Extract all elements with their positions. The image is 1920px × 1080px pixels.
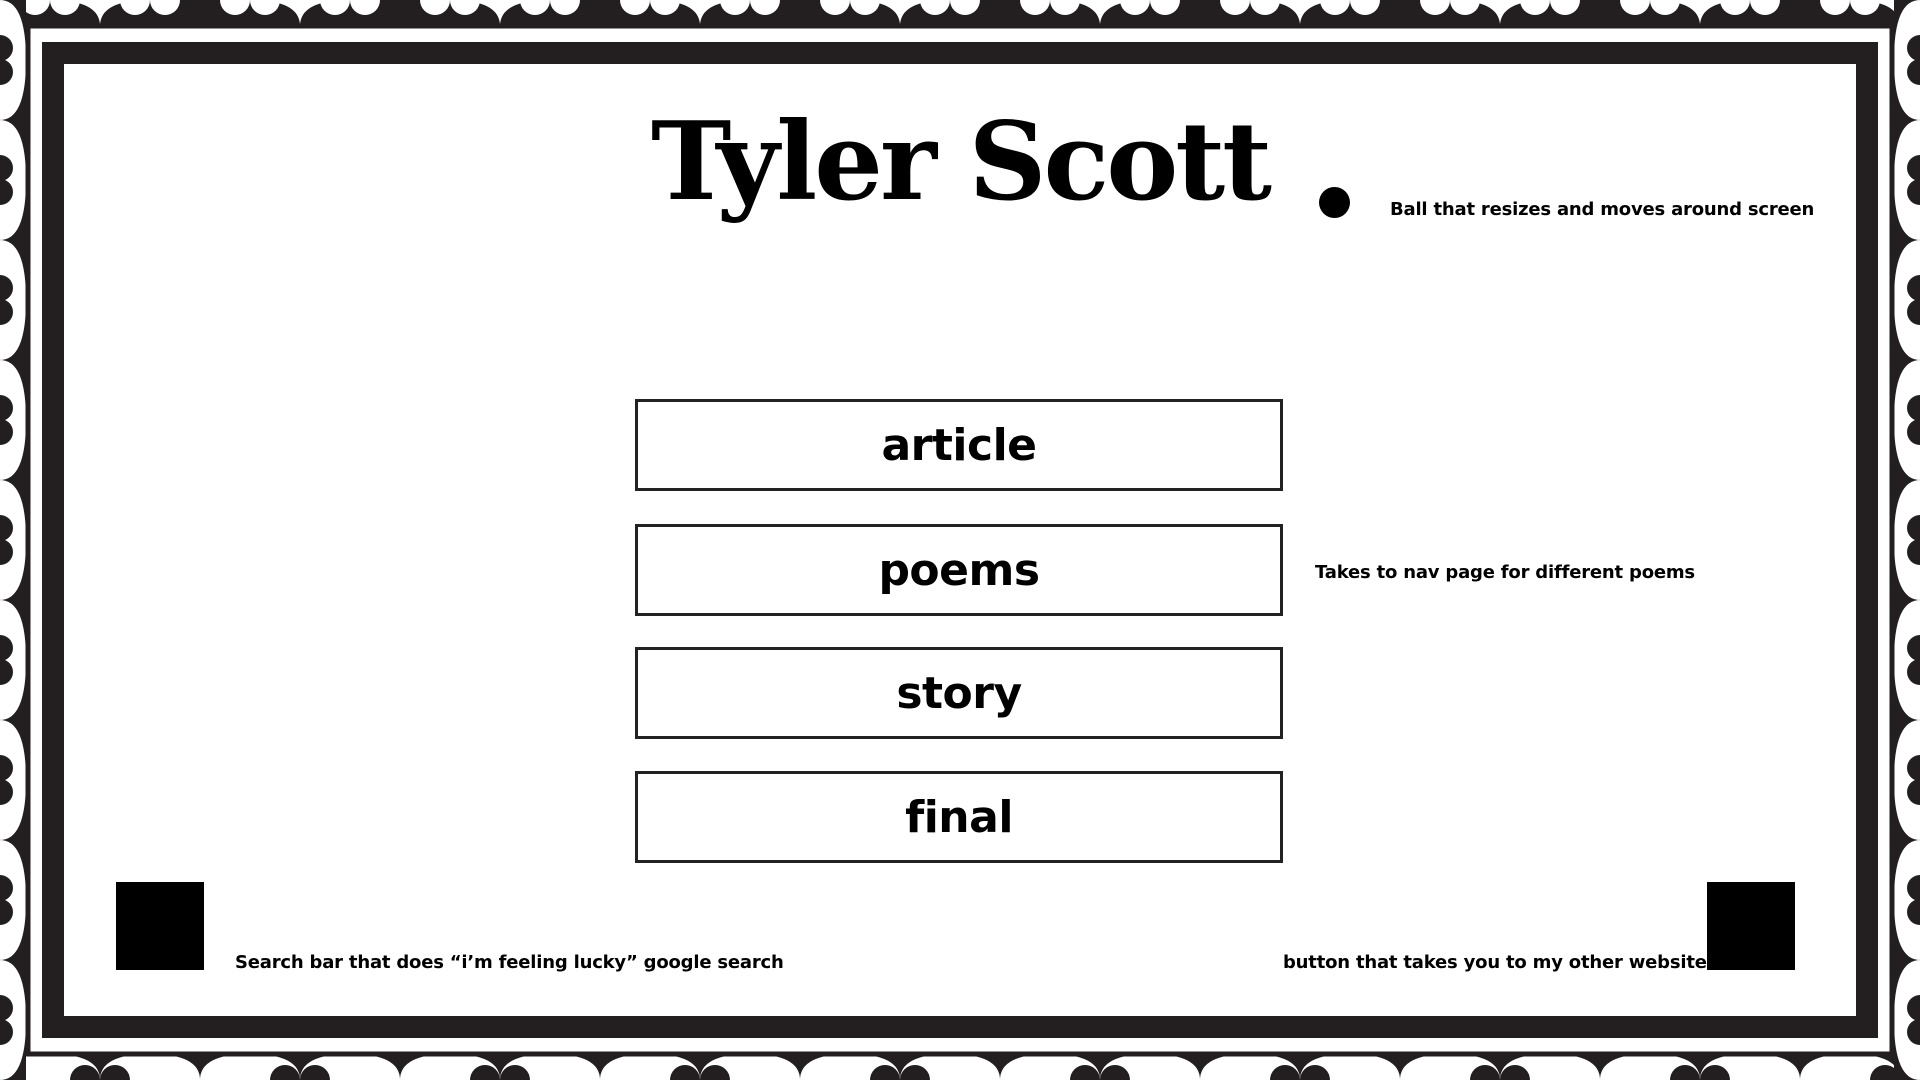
poems-button[interactable]: poems <box>635 524 1283 616</box>
page-title-text: Tyler Scott <box>650 99 1272 225</box>
website-note: button that takes you to my other websit… <box>1283 952 1707 973</box>
poems-button-label: poems <box>878 544 1040 596</box>
story-button[interactable]: story <box>635 647 1283 739</box>
search-bar-placeholder[interactable] <box>116 882 204 970</box>
search-note: Search bar that does “i’m feeling lucky”… <box>235 952 784 973</box>
poems-note: Takes to nav page for different poems <box>1315 562 1695 583</box>
other-website-button[interactable] <box>1707 882 1795 970</box>
article-button-label: article <box>881 419 1037 471</box>
story-button-label: story <box>896 667 1022 719</box>
ball-note: Ball that resizes and moves around scree… <box>1390 199 1815 220</box>
article-button[interactable]: article <box>635 399 1283 491</box>
page-title: Tyler Scott <box>620 108 1300 216</box>
final-button[interactable]: final <box>635 771 1283 863</box>
ball-icon[interactable] <box>1319 187 1350 218</box>
final-button-label: final <box>905 791 1013 843</box>
